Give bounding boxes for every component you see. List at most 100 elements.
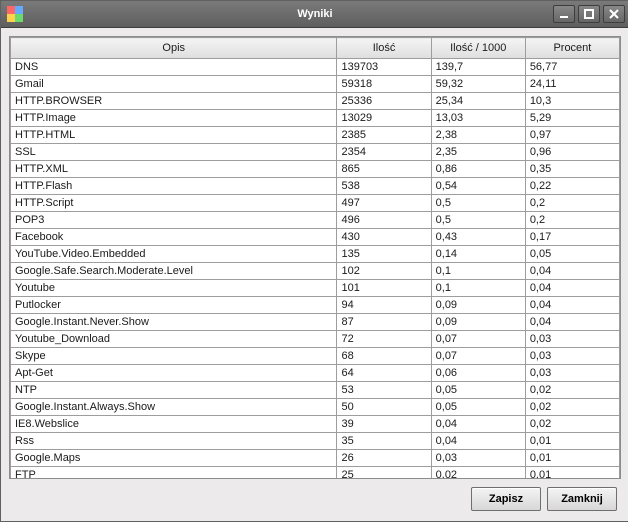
header-opis[interactable]: Opis: [11, 38, 337, 59]
cell-ilosc1000: 0,14: [431, 246, 525, 263]
cell-procent: 5,29: [525, 110, 619, 127]
close-icon: [609, 9, 619, 19]
cell-ilosc1000: 0,09: [431, 314, 525, 331]
table-row[interactable]: Google.Safe.Search.Moderate.Level1020,10…: [11, 263, 620, 280]
cell-procent: 0,22: [525, 178, 619, 195]
cell-procent: 0,03: [525, 365, 619, 382]
table-row[interactable]: SSL23542,350,96: [11, 144, 620, 161]
cell-procent: 0,02: [525, 416, 619, 433]
cell-ilosc1000: 2,38: [431, 127, 525, 144]
cell-ilosc: 865: [337, 161, 431, 178]
cell-opis: Google.Instant.Never.Show: [11, 314, 337, 331]
maximize-icon: [584, 9, 594, 19]
table-row[interactable]: Google.Instant.Never.Show870,090,04: [11, 314, 620, 331]
cell-procent: 56,77: [525, 59, 619, 76]
cell-procent: 0,97: [525, 127, 619, 144]
table-body: DNS139703139,756,77Gmail5931859,3224,11H…: [11, 59, 620, 479]
cell-procent: 0,35: [525, 161, 619, 178]
app-icon: [7, 6, 23, 22]
close-button[interactable]: [603, 5, 625, 23]
cell-ilosc: 53: [337, 382, 431, 399]
cell-ilosc1000: 2,35: [431, 144, 525, 161]
cell-procent: 0,01: [525, 450, 619, 467]
cell-ilosc1000: 0,5: [431, 212, 525, 229]
header-procent[interactable]: Procent: [525, 38, 619, 59]
cell-ilosc: 538: [337, 178, 431, 195]
table-row[interactable]: HTTP.BROWSER2533625,3410,3: [11, 93, 620, 110]
cell-opis: Google.Maps: [11, 450, 337, 467]
table-row[interactable]: NTP530,050,02: [11, 382, 620, 399]
table-row[interactable]: Skype680,070,03: [11, 348, 620, 365]
cell-opis: HTTP.HTML: [11, 127, 337, 144]
table-row[interactable]: Gmail5931859,3224,11: [11, 76, 620, 93]
table-row[interactable]: Putlocker940,090,04: [11, 297, 620, 314]
cell-procent: 0,04: [525, 297, 619, 314]
header-ilosc1000[interactable]: Ilość / 1000: [431, 38, 525, 59]
table-row[interactable]: HTTP.Image1302913,035,29: [11, 110, 620, 127]
cell-procent: 0,01: [525, 433, 619, 450]
window-title: Wyniki: [1, 8, 628, 20]
table-row[interactable]: Youtube1010,10,04: [11, 280, 620, 297]
cell-opis: FTP: [11, 467, 337, 479]
cell-ilosc: 68: [337, 348, 431, 365]
cell-opis: HTTP.Script: [11, 195, 337, 212]
cell-ilosc1000: 25,34: [431, 93, 525, 110]
header-ilosc[interactable]: Ilość: [337, 38, 431, 59]
cell-opis: Putlocker: [11, 297, 337, 314]
minimize-button[interactable]: [553, 5, 575, 23]
table-row[interactable]: IE8.Webslice390,040,02: [11, 416, 620, 433]
cell-ilosc: 50: [337, 399, 431, 416]
cell-procent: 0,02: [525, 399, 619, 416]
cell-opis: HTTP.XML: [11, 161, 337, 178]
table-row[interactable]: FTP250,020,01: [11, 467, 620, 479]
cell-opis: Google.Instant.Always.Show: [11, 399, 337, 416]
table-row[interactable]: POP34960,50,2: [11, 212, 620, 229]
cell-procent: 0,17: [525, 229, 619, 246]
cell-ilosc1000: 0,07: [431, 348, 525, 365]
cell-ilosc: 59318: [337, 76, 431, 93]
cell-ilosc1000: 0,1: [431, 280, 525, 297]
maximize-button[interactable]: [578, 5, 600, 23]
title-bar[interactable]: Wyniki: [1, 1, 628, 28]
table-row[interactable]: HTTP.Flash5380,540,22: [11, 178, 620, 195]
table-row[interactable]: Apt-Get640,060,03: [11, 365, 620, 382]
table-row[interactable]: YouTube.Video.Embedded1350,140,05: [11, 246, 620, 263]
cell-ilosc1000: 0,43: [431, 229, 525, 246]
cell-opis: Youtube_Download: [11, 331, 337, 348]
cell-ilosc: 39: [337, 416, 431, 433]
cell-ilosc1000: 0,54: [431, 178, 525, 195]
table-row[interactable]: Google.Instant.Always.Show500,050,02: [11, 399, 620, 416]
table-row[interactable]: HTTP.HTML23852,380,97: [11, 127, 620, 144]
cell-procent: 0,04: [525, 280, 619, 297]
save-button[interactable]: Zapisz: [471, 487, 541, 511]
cell-opis: Youtube: [11, 280, 337, 297]
cell-opis: Google.Safe.Search.Moderate.Level: [11, 263, 337, 280]
table-row[interactable]: Facebook4300,430,17: [11, 229, 620, 246]
cell-ilosc: 35: [337, 433, 431, 450]
cell-opis: HTTP.Image: [11, 110, 337, 127]
table-row[interactable]: Youtube_Download720,070,03: [11, 331, 620, 348]
table-row[interactable]: DNS139703139,756,77: [11, 59, 620, 76]
table-row[interactable]: Google.Maps260,030,01: [11, 450, 620, 467]
close-dialog-button[interactable]: Zamknij: [547, 487, 617, 511]
cell-procent: 0,01: [525, 467, 619, 479]
cell-ilosc: 94: [337, 297, 431, 314]
table-row[interactable]: HTTP.XML8650,860,35: [11, 161, 620, 178]
cell-procent: 10,3: [525, 93, 619, 110]
cell-ilosc: 135: [337, 246, 431, 263]
cell-ilosc1000: 0,05: [431, 399, 525, 416]
table-row[interactable]: HTTP.Script4970,50,2: [11, 195, 620, 212]
cell-opis: YouTube.Video.Embedded: [11, 246, 337, 263]
cell-ilosc: 2385: [337, 127, 431, 144]
window-buttons: [553, 5, 628, 23]
cell-procent: 0,2: [525, 195, 619, 212]
cell-procent: 0,03: [525, 348, 619, 365]
table-row[interactable]: Rss350,040,01: [11, 433, 620, 450]
results-scroll-area[interactable]: Opis Ilość Ilość / 1000 Procent DNS13970…: [10, 37, 620, 478]
cell-procent: 24,11: [525, 76, 619, 93]
app-window: Wyniki Opis: [0, 0, 628, 522]
cell-ilosc1000: 0,1: [431, 263, 525, 280]
cell-ilosc1000: 0,09: [431, 297, 525, 314]
cell-ilosc1000: 13,03: [431, 110, 525, 127]
dialog-button-row: Zapisz Zamknij: [9, 487, 621, 513]
